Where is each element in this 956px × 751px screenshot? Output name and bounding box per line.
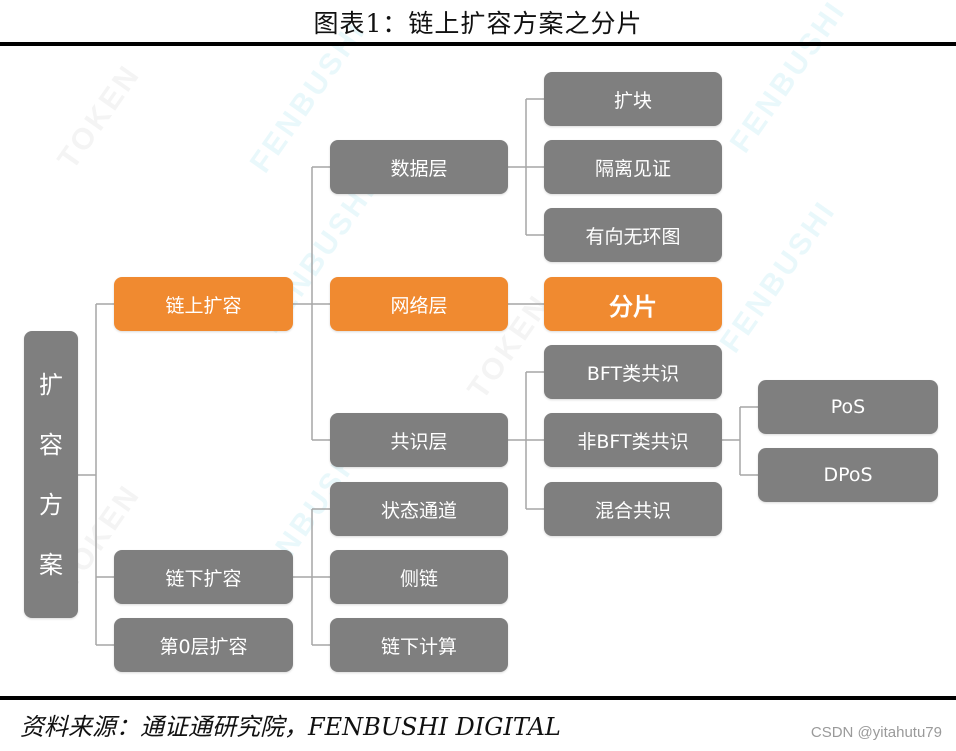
node-state-channel: 状态通道 [330, 482, 508, 536]
connector-non-bft [722, 406, 758, 476]
node-network-layer: 网络层 [330, 277, 508, 331]
node-sharding: 分片 [544, 277, 722, 331]
root-char: 案 [39, 550, 63, 579]
node-pos: PoS [758, 380, 938, 434]
node-data-layer: 数据层 [330, 140, 508, 194]
root-char: 扩 [39, 370, 63, 399]
connector-root [78, 303, 114, 646]
connector-onchain [293, 166, 330, 441]
node-segwit: 隔离见证 [544, 140, 722, 194]
connector-consensus-layer [508, 371, 544, 510]
root-char: 方 [39, 490, 63, 519]
root-char: 容 [39, 430, 63, 459]
node-bft-consensus: BFT类共识 [544, 345, 722, 399]
credit-watermark: CSDN @yitahutu79 [810, 724, 942, 741]
node-offchain-scaling: 链下扩容 [114, 550, 293, 604]
node-dpos: DPoS [758, 448, 938, 502]
node-block-expansion: 扩块 [544, 72, 722, 126]
node-hybrid-consensus: 混合共识 [544, 482, 722, 536]
node-onchain-scaling: 链上扩容 [114, 277, 293, 331]
node-consensus-layer: 共识层 [330, 413, 508, 467]
root-node-scaling-solutions: 扩 容 方 案 [24, 331, 78, 618]
bottom-rule [0, 696, 956, 700]
node-offchain-computation: 链下计算 [330, 618, 508, 672]
connector-offchain [293, 508, 330, 646]
node-sidechain: 侧链 [330, 550, 508, 604]
node-dag: 有向无环图 [544, 208, 722, 262]
connector-data-layer [508, 98, 544, 236]
node-non-bft-consensus: 非BFT类共识 [544, 413, 722, 467]
node-layer0-scaling: 第0层扩容 [114, 618, 293, 672]
source-note: 资料来源：通证通研究院，FENBUSHI DIGITAL [20, 713, 561, 741]
